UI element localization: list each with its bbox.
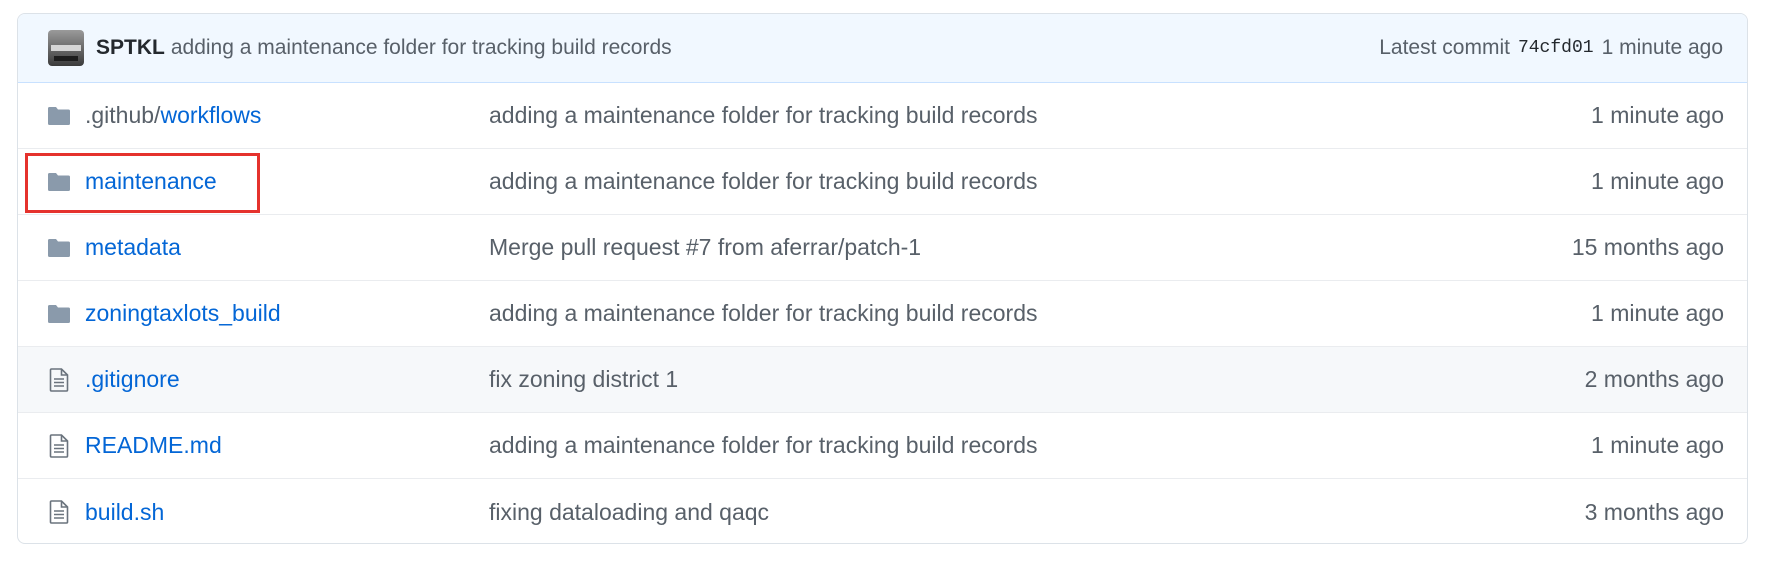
- folder-icon: [47, 171, 71, 193]
- file-name-link[interactable]: metadata: [85, 234, 181, 261]
- commit-sha-link[interactable]: 74cfd01: [1518, 38, 1594, 58]
- file-commit-message-link[interactable]: adding a maintenance folder for tracking…: [489, 300, 1038, 327]
- file-commit-message-link[interactable]: Merge pull request #7 from aferrar/patch…: [489, 234, 921, 261]
- file-commit-age: 1 minute ago: [1591, 300, 1724, 326]
- file-row: maintenance adding a maintenance folder …: [18, 149, 1747, 215]
- commit-author-link[interactable]: SPTKL: [96, 36, 165, 60]
- file-row: zoningtaxlots_build adding a maintenance…: [18, 281, 1747, 347]
- latest-commit-bar: SPTKL adding a maintenance folder for tr…: [18, 14, 1747, 83]
- folder-icon: [47, 303, 71, 325]
- avatar[interactable]: [48, 30, 84, 66]
- file-commit-message-link[interactable]: fix zoning district 1: [489, 366, 678, 393]
- file-name-text: workflows: [160, 102, 262, 128]
- file-row: README.md adding a maintenance folder fo…: [18, 413, 1747, 479]
- file-name-link[interactable]: build.sh: [85, 499, 164, 526]
- commit-message-link[interactable]: adding a maintenance folder for tracking…: [171, 36, 672, 60]
- file-commit-message-link[interactable]: fixing dataloading and qaqc: [489, 499, 769, 526]
- latest-commit-label: Latest commit: [1379, 36, 1510, 59]
- file-row: .gitignore fix zoning district 1 2 month…: [18, 347, 1747, 413]
- file-icon: [47, 367, 71, 392]
- file-commit-message-link[interactable]: adding a maintenance folder for tracking…: [489, 432, 1038, 459]
- file-commit-message-link[interactable]: adding a maintenance folder for tracking…: [489, 102, 1038, 129]
- file-row: build.sh fixing dataloading and qaqc 3 m…: [18, 479, 1747, 543]
- file-name-link[interactable]: maintenance: [85, 168, 217, 195]
- file-commit-age: 1 minute ago: [1591, 432, 1724, 458]
- file-commit-age: 1 minute ago: [1591, 102, 1724, 128]
- file-row: .github/workflows adding a maintenance f…: [18, 83, 1747, 149]
- file-name-link[interactable]: README.md: [85, 432, 222, 459]
- folder-icon: [47, 105, 71, 127]
- file-commit-age: 3 months ago: [1584, 498, 1724, 525]
- path-prefix: .github/: [85, 102, 161, 128]
- file-commit-age: 15 months ago: [1571, 234, 1724, 260]
- file-commit-age: 1 minute ago: [1591, 168, 1724, 194]
- file-name-link[interactable]: .github/workflows: [85, 102, 261, 129]
- commit-age: 1 minute ago: [1601, 36, 1723, 59]
- file-commit-age: 2 months ago: [1584, 366, 1724, 392]
- file-row: metadata Merge pull request #7 from afer…: [18, 215, 1747, 281]
- file-commit-message-link[interactable]: adding a maintenance folder for tracking…: [489, 168, 1038, 195]
- file-name-link[interactable]: .gitignore: [85, 366, 180, 393]
- folder-icon: [47, 237, 71, 259]
- file-browser: SPTKL adding a maintenance folder for tr…: [17, 13, 1748, 544]
- file-name-link[interactable]: zoningtaxlots_build: [85, 300, 281, 327]
- file-icon: [47, 433, 71, 458]
- file-icon: [47, 500, 71, 524]
